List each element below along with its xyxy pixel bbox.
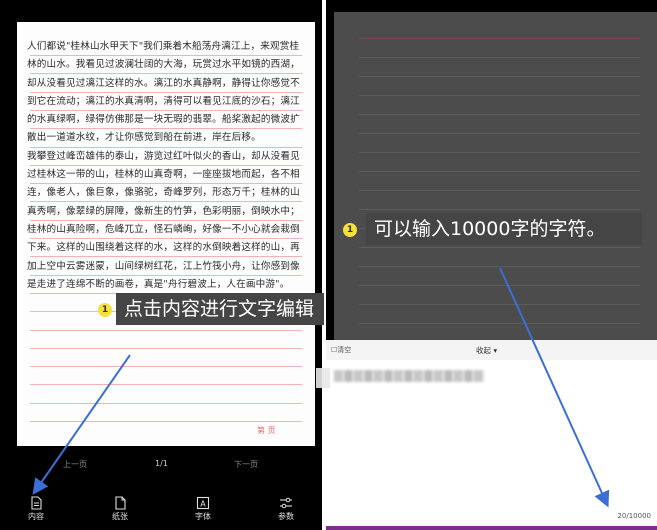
svg-text:A: A (200, 500, 206, 509)
collapse-button[interactable]: 收起 ▾ (476, 345, 497, 356)
text-editor-panel: ☐清空 收起 ▾ 20/10000 (326, 340, 657, 530)
dim-ruled-line (359, 57, 640, 58)
dim-ruled-line (359, 323, 640, 324)
callout-right-text: 可以输入10000字的字符。 (374, 218, 606, 240)
panel-edge-fragment (316, 368, 330, 388)
dim-ruled-line (359, 247, 640, 248)
prev-page-button[interactable]: 上一页 (63, 459, 87, 470)
font-icon: A (196, 496, 210, 510)
right-app-screen: ☐清空 收起 ▾ 20/10000 (326, 0, 657, 530)
ruled-line (30, 329, 302, 331)
paper-icon (115, 496, 126, 510)
clear-button[interactable]: ☐清空 (331, 345, 351, 355)
document-icon (31, 496, 42, 510)
nav-label-params: 参数 (278, 512, 294, 521)
dim-ruled-line (359, 190, 640, 191)
nav-label-font: 字体 (195, 512, 211, 521)
ruled-line (30, 421, 302, 422)
nav-label-content: 内容 (28, 512, 44, 521)
editor-toolbar: ☐清空 收起 ▾ (326, 340, 657, 360)
dim-ruled-line (359, 304, 640, 305)
dim-ruled-line (359, 209, 640, 210)
bottom-accent-strip (326, 526, 657, 530)
dim-ruled-line (359, 133, 640, 134)
pager: 上一页 1/1 下一页 (0, 459, 322, 475)
dim-ruled-line (359, 285, 640, 286)
dim-ruled-line (359, 152, 640, 153)
left-app-screen: 人们都说"桂林山水甲天下"我们乘着木船荡舟漓江上，来观赏桂林的山水。我看见过波澜… (0, 0, 322, 530)
page-number-label: 第 页 (257, 426, 276, 435)
nav-label-paper: 纸张 (112, 512, 128, 521)
dim-ruled-line (359, 76, 640, 77)
dim-ruled-line (359, 171, 640, 172)
text-input-area[interactable] (332, 364, 654, 522)
writing-paper[interactable]: 人们都说"桂林山水甲天下"我们乘着木船荡舟漓江上，来观赏桂林的山水。我看见过波澜… (17, 22, 315, 446)
ruled-line (30, 384, 302, 386)
nav-item-paper[interactable]: 纸张 (90, 490, 150, 528)
ruled-line (30, 366, 302, 368)
dim-ruled-line (359, 95, 640, 96)
dim-ruled-line (359, 266, 640, 267)
settings-sliders-icon (280, 497, 292, 509)
nav-item-params[interactable]: 参数 (256, 490, 316, 528)
blurred-input-text (334, 370, 484, 382)
callout-left-badge: 1 (98, 303, 112, 317)
dimmed-paper-preview (334, 12, 657, 342)
ruled-line (30, 347, 302, 349)
nav-item-content[interactable]: 内容 (6, 490, 66, 528)
handwritten-paragraph[interactable]: 人们都说"桂林山水甲天下"我们乘着木船荡舟漓江上，来观赏桂林的山水。我看见过波澜… (27, 38, 307, 294)
nav-item-font[interactable]: A 字体 (173, 490, 233, 528)
next-page-button[interactable]: 下一页 (234, 459, 258, 470)
character-counter: 20/10000 (617, 512, 651, 520)
callout-left-text: 点击内容进行文字编辑 (124, 298, 315, 320)
dim-ruled-line (359, 114, 640, 115)
callout-right: 可以输入10000字的字符。 (366, 213, 642, 245)
callout-left: 点击内容进行文字编辑 (116, 293, 324, 325)
ruled-line (30, 402, 302, 404)
dim-ruled-line (359, 38, 640, 39)
callout-right-badge: 1 (343, 223, 357, 237)
bottom-nav: 内容 纸张 A 字体 参数 (0, 490, 322, 530)
page-count: 1/1 (155, 459, 168, 468)
